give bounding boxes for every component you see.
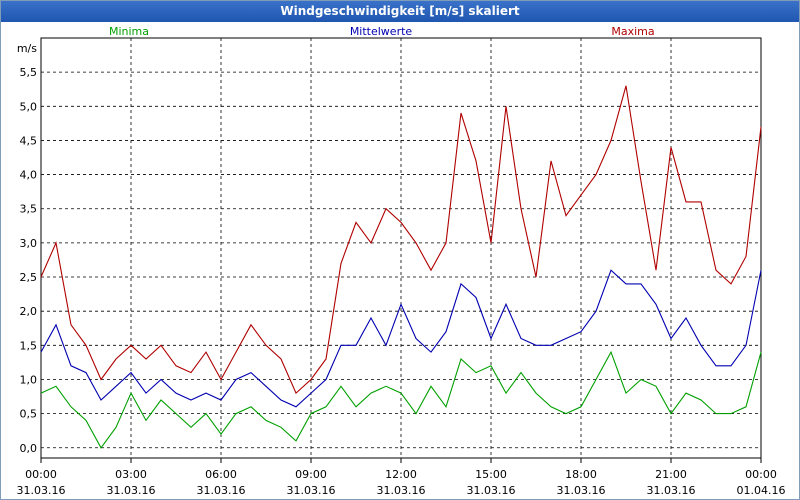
y-tick-label: 0,0 [20,442,38,455]
y-tick-label: 2,5 [20,271,38,284]
x-tick-time: 21:00 [655,468,687,481]
legend-mittelwerte: Mittelwerte [350,25,413,38]
x-tick-date: 31.03.16 [107,484,156,497]
x-tick-date: 31.03.16 [17,484,66,497]
legend-maxima: Maxima [611,25,654,38]
x-tick-time: 18:00 [565,468,597,481]
y-tick-label: 2,0 [20,305,38,318]
x-tick-time: 03:00 [115,468,147,481]
y-tick-label: 5,5 [20,66,38,79]
x-tick-date: 31.03.16 [647,484,696,497]
x-tick-time: 12:00 [385,468,417,481]
chart-window: Windgeschwindigkeit [m/s] skaliert 0,0 0,… [0,0,800,500]
x-tick-time: 09:00 [295,468,327,481]
x-tick-date: 31.03.16 [557,484,606,497]
chart-title: Windgeschwindigkeit [m/s] skaliert [1,1,799,22]
y-tick-label: 5,0 [20,100,38,113]
legend-minima: Minima [109,25,149,38]
x-tick-time: 00:00 [745,468,777,481]
y-tick-label: 1,0 [20,373,38,386]
y-tick-label: 4,0 [20,169,38,182]
y-tick-label: 3,0 [20,237,38,250]
x-tick-time: 06:00 [205,468,237,481]
y-tick-label: 0,5 [20,408,38,421]
y-tick-label: 1,5 [20,339,38,352]
x-tick-time: 00:00 [25,468,57,481]
x-tick-date: 31.03.16 [467,484,516,497]
y-axis-label: m/s [17,42,37,55]
x-tick-date: 31.03.16 [197,484,246,497]
y-tick-label: 3,5 [20,203,38,216]
x-tick-date: 31.03.16 [377,484,426,497]
y-tick-label: 4,5 [20,134,38,147]
x-tick-date: 31.03.16 [287,484,336,497]
x-tick-date: 01.04.16 [737,484,786,497]
wind-speed-chart: 0,0 0,5 1,0 1,5 2,0 2,5 3,0 3,5 4,0 4,5 5,0 5,5 m/s 0… [17,25,786,497]
x-tick-time: 15:00 [475,468,507,481]
